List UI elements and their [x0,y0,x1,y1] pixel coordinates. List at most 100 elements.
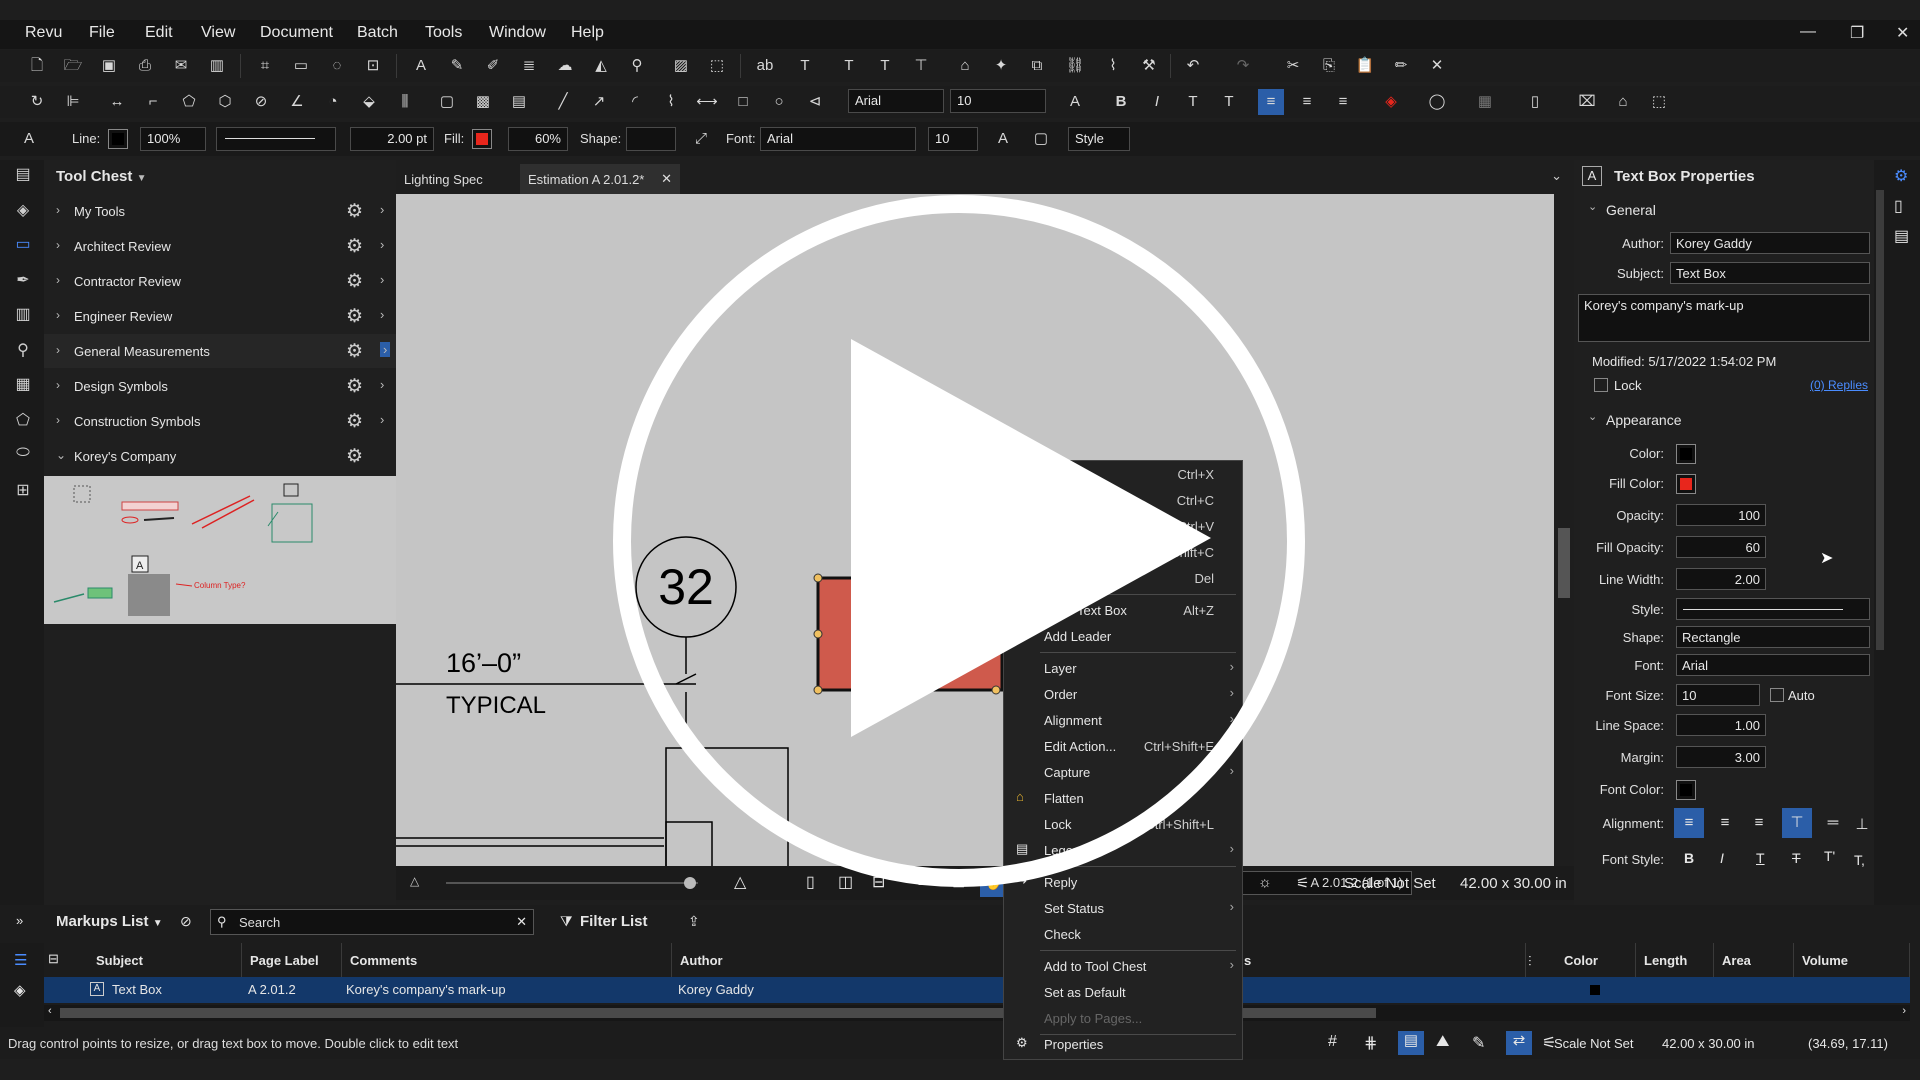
grid-icon[interactable]: ⊞ [12,480,34,502]
general-section-header[interactable]: General [1606,202,1656,218]
snapshot-icon[interactable]: ⊡ [360,53,386,79]
flatten-icon[interactable]: ⌂ [952,53,978,79]
sync-status-icon[interactable]: ⇄ [1506,1031,1532,1055]
split-vertical-icon[interactable]: ◫ [838,872,853,892]
area-icon[interactable]: ⬠ [176,89,202,115]
align-middle-icon[interactable]: ═ [1818,808,1848,838]
underline-text-icon[interactable]: T [836,53,862,79]
line-color-swatch[interactable] [108,129,128,149]
arrow-tool-glyph[interactable] [143,517,175,521]
style-dropdown[interactable]: Style [1068,127,1130,151]
margin-field[interactable]: 3.00 [1676,746,1766,768]
length-icon[interactable]: ↔ [104,89,130,115]
auto-size-checkbox[interactable] [1770,688,1784,702]
gear-icon[interactable]: ⚙ [346,235,363,258]
export-icon[interactable]: ⇪ [688,913,700,930]
line-opacity-field[interactable]: 100% [140,127,206,151]
stack-icon[interactable]: ≣ [516,53,542,79]
attachment-icon[interactable]: ⌇ [1100,53,1126,79]
refresh-icon[interactable]: ↻ [24,89,50,115]
appearance-section-header[interactable]: Appearance [1606,412,1682,428]
menu-item-set-as-default[interactable]: Set as Default [1004,979,1244,1005]
select-markup-icon[interactable]: ⬚ [1646,89,1672,115]
fill-color-swatch[interactable] [1676,474,1696,494]
align-left-icon[interactable]: ≡ [1258,89,1284,115]
copy-icon[interactable]: ⎘ [1316,53,1342,79]
font-color-swatch[interactable] [1676,780,1696,800]
format-painter-icon[interactable]: ⚒ [1136,53,1162,79]
tool-chest-icon[interactable]: ▭ [12,234,34,256]
fill-box-tool-glyph[interactable] [128,574,170,616]
dashed-box-icon[interactable]: ⬚ [704,53,730,79]
snap-content-icon[interactable]: ▤ [1398,1031,1424,1055]
column-settings-icon[interactable]: ⫶ [1528,953,1532,970]
open-folder-icon[interactable]: 🗁 [60,53,86,79]
filter-icon[interactable]: ⧩ [560,913,573,930]
quantity-link-icon[interactable]: ▤ [506,89,532,115]
gear-icon[interactable]: ⚙ [346,410,363,433]
calibrate-icon[interactable]: ⚟ [1296,874,1309,892]
model-view-icon[interactable]: ◈ [14,981,26,999]
strikethrough-icon[interactable]: T [1792,850,1801,866]
redo-icon[interactable]: ↷ [1230,53,1256,79]
column-header-comments[interactable]: Comments [342,943,672,977]
comment-textarea[interactable]: Korey's company's mark-up [1578,294,1870,342]
line-style-select[interactable] [1676,598,1870,620]
props-font-size-dropdown[interactable]: 10 [928,127,978,151]
text-edit-icon[interactable]: T [792,53,818,79]
chevron-right-icon[interactable]: › [380,272,384,287]
properties-panel-icon[interactable]: ▦ [12,374,34,396]
font-size-dropdown[interactable]: 10 [950,89,1046,113]
zoom-slider-thumb[interactable] [684,877,696,889]
tabs-overflow-icon[interactable]: ⌄ [1551,168,1562,184]
subscript-icon[interactable]: T, [1854,852,1865,868]
auto-size-icon[interactable]: ⤢ [688,126,714,152]
rectangle-select-icon[interactable]: ▭ [288,53,314,79]
list-view-icon[interactable]: ☰ [14,951,27,969]
font-select[interactable]: Arial [1676,654,1870,676]
compare-icon[interactable]: ⧉ [1024,53,1050,79]
hide-markups-icon[interactable]: ⊘ [180,913,192,930]
color-swatch[interactable] [1676,444,1696,464]
fill-opacity-field[interactable]: 60 [1676,536,1766,558]
shape-select[interactable]: Rectangle [1676,626,1870,648]
gear-icon[interactable]: ⚙ [346,445,363,468]
gear-icon[interactable]: ⚙ [346,200,363,223]
expand-panel-icon[interactable]: » [16,913,23,928]
menu-edit[interactable]: Edit [145,24,173,42]
lock-checkbox[interactable] [1594,378,1608,392]
markup-icon[interactable]: ✦ [988,53,1014,79]
pen-icon[interactable]: ✐ [480,53,506,79]
tool-set-my-tools[interactable]: › My Tools ⚙ › [44,194,396,228]
document-tab-icon[interactable]: ▯ [1894,196,1903,216]
arrow-icon[interactable]: ↗ [586,89,612,115]
paste-icon[interactable]: 📋 [1352,53,1378,79]
cut-icon[interactable]: ✂ [1280,53,1306,79]
minimize-button[interactable]: — [1800,23,1816,41]
callout-icon[interactable]: ◭ [588,53,614,79]
crop-page-icon[interactable]: ⌧ [1574,89,1600,115]
search-panel-icon[interactable]: ⚲ [12,340,34,362]
line-icon[interactable]: ╱ [550,89,576,115]
properties-scrollbar[interactable] [1874,160,1886,905]
callout-tool-glyph[interactable] [271,503,313,543]
save-icon[interactable]: ▣ [96,53,122,79]
insert-text-icon[interactable]: ⊤ [908,53,934,79]
italic-icon[interactable]: I [1144,89,1170,115]
chevron-right-icon[interactable]: › [380,342,391,357]
tool-set-general-measurements[interactable]: › General Measurements ⚙ › [44,334,396,368]
opacity-field[interactable]: 100 [1676,504,1766,526]
column-header-area[interactable]: Area [1714,943,1794,977]
restore-button[interactable]: ❐ [1850,23,1864,43]
align-right-icon[interactable]: ≡ [1330,89,1356,115]
gear-icon[interactable]: ⚙ [346,340,363,363]
radius-icon[interactable]: ◔ [320,89,346,115]
pen-tool-glyph[interactable] [191,495,255,529]
signatures-icon[interactable]: ✒ [12,270,34,292]
fill-opacity-field[interactable]: 60% [508,127,568,151]
measurements-icon[interactable]: ⬠ [12,410,34,432]
menu-batch[interactable]: Batch [357,24,398,42]
vertical-scrollbar[interactable] [1554,194,1574,866]
grid-icon[interactable]: # [1328,1033,1337,1051]
brush-icon[interactable]: ✏ [1388,53,1414,79]
